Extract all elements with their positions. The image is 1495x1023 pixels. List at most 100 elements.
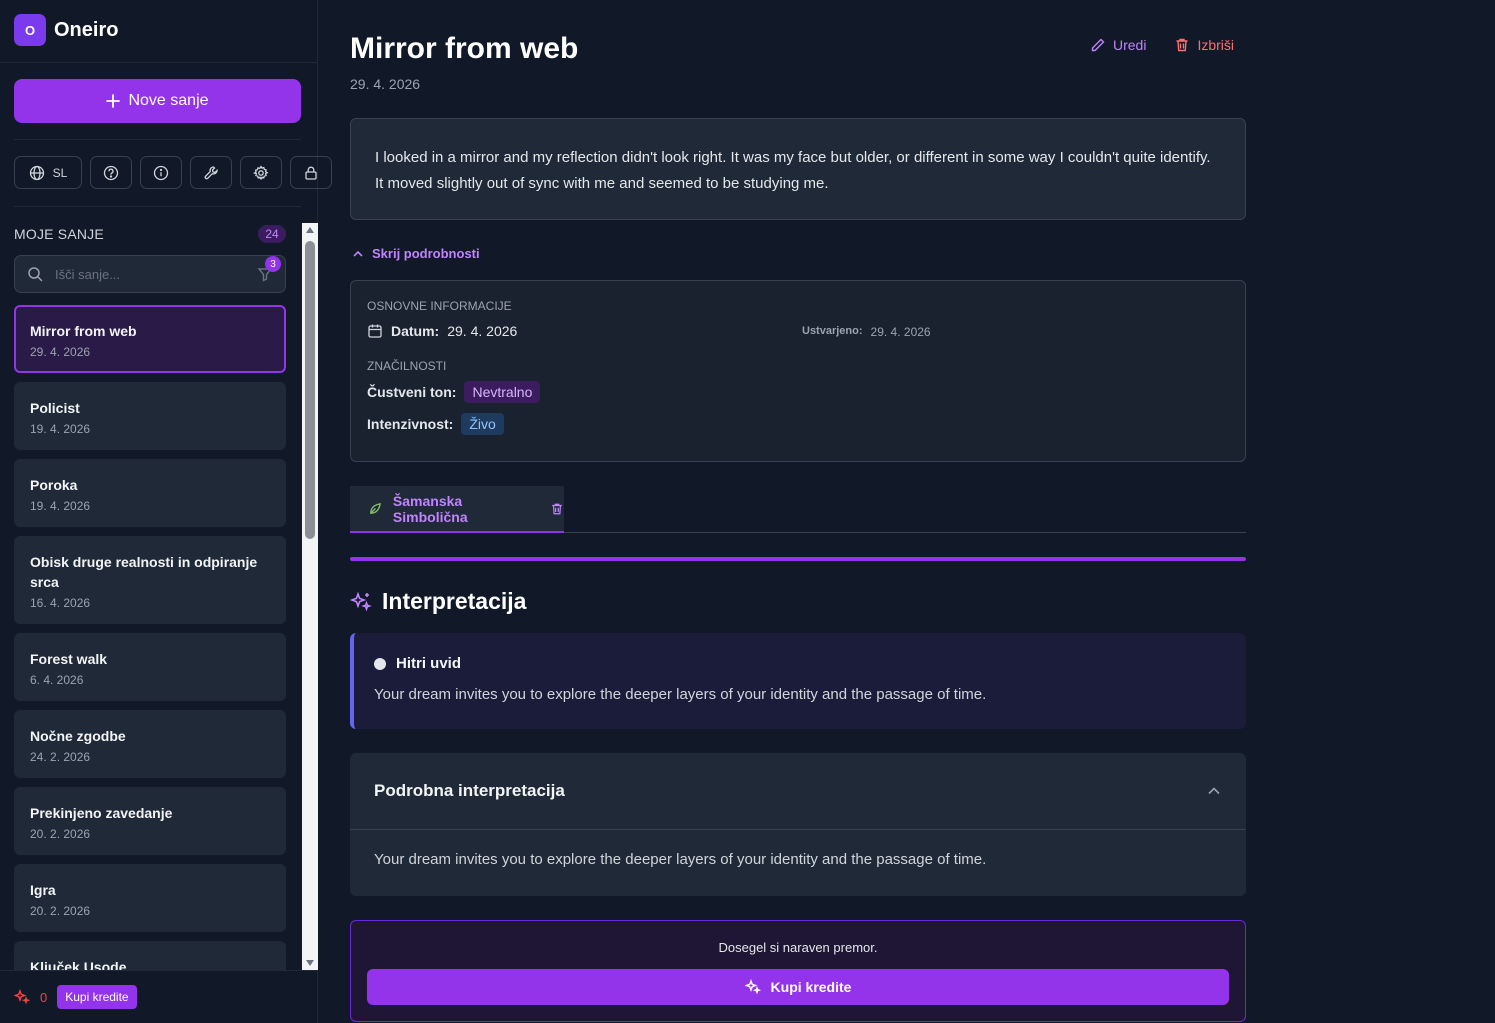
detailed-interpretation-title: Podrobna interpretacija xyxy=(374,781,565,800)
dream-list-item[interactable]: Policist 19. 4. 2026 xyxy=(14,382,286,450)
created-value: 29. 4. 2026 xyxy=(870,325,931,339)
dream-list-item[interactable]: Ključek Usode xyxy=(14,941,286,970)
toolbar: SL xyxy=(14,156,332,189)
edit-button[interactable]: Uredi xyxy=(1090,37,1146,53)
brand-logo: O xyxy=(14,14,46,46)
lock-button[interactable] xyxy=(290,156,332,189)
dream-item-title: Forest walk xyxy=(30,651,108,667)
interpretation-heading: Interpretacija xyxy=(350,588,526,615)
scroll-thumb[interactable] xyxy=(305,241,315,539)
interpretation-tabs: Šamanska Simbolična xyxy=(350,486,1246,533)
dream-list: Mirror from web 29. 4. 2026 Policist 19. 4.… xyxy=(14,305,286,970)
gear-icon xyxy=(253,164,269,180)
calendar-icon xyxy=(368,324,382,338)
dream-list-item[interactable]: Poroka 19. 4. 2026 xyxy=(14,459,286,527)
quick-insight-card: Hitri uvid Your dream invites you to exp… xyxy=(350,633,1246,729)
features-title: ZNAČILNOSTI xyxy=(367,359,447,373)
trash-icon[interactable] xyxy=(550,502,564,516)
interpretation-title: Interpretacija xyxy=(382,588,527,614)
page-date: 29. 4. 2026 xyxy=(350,76,421,92)
buy-credits-small-button[interactable]: Kupi kredite xyxy=(57,985,137,1009)
created-key: Ustvarjeno: xyxy=(802,325,863,337)
language-label: SL xyxy=(52,165,68,180)
accent-divider xyxy=(350,557,1246,561)
leaf-icon xyxy=(370,503,381,514)
dream-list-item[interactable]: Nočne zgodbe 24. 2. 2026 xyxy=(14,710,286,778)
dream-count-badge: 24 xyxy=(258,225,286,243)
date-value: 29. 4. 2026 xyxy=(447,323,518,339)
search-input[interactable] xyxy=(55,266,245,282)
new-dream-button[interactable]: Nove sanje xyxy=(14,79,301,123)
dream-item-date: 16. 4. 2026 xyxy=(30,596,91,610)
divider xyxy=(14,206,301,207)
chevron-up-icon[interactable] xyxy=(1206,783,1222,799)
dream-list-item[interactable]: Obisk druge realnosti in odpiranje srca 1… xyxy=(14,536,286,624)
date-row: Datum: 29. 4. 2026 xyxy=(367,323,517,339)
dream-item-title: Nočne zgodbe xyxy=(30,728,126,744)
trash-icon xyxy=(1176,38,1188,52)
scroll-down-arrow[interactable] xyxy=(306,960,314,966)
toggle-details-label: Skrij podrobnosti xyxy=(372,246,480,261)
dream-item-title: Ključek Usode xyxy=(30,959,127,970)
divider xyxy=(0,62,317,63)
chevron-up-icon xyxy=(353,250,363,257)
buy-credits-button[interactable]: Kupi kredite xyxy=(367,969,1229,1005)
brand-name: Oneiro xyxy=(54,18,119,41)
brand[interactable]: O Oneiro xyxy=(14,14,118,46)
quick-insight-text: Your dream invites you to explore the de… xyxy=(374,686,987,703)
tone-chip: Nevtralno xyxy=(464,381,541,403)
intensity-chip: Živo xyxy=(461,413,504,435)
scroll-up-arrow[interactable] xyxy=(306,227,314,233)
edit-label: Uredi xyxy=(1112,37,1147,53)
toggle-details-button[interactable]: Skrij podrobnosti xyxy=(352,246,480,261)
lock-icon xyxy=(305,166,317,180)
dream-item-title: Mirror from web xyxy=(30,323,137,339)
detailed-interpretation-card: Podrobna interpretacija Your dream invit… xyxy=(350,753,1246,896)
filter-count-badge: 3 xyxy=(265,256,281,272)
detailed-interpretation-header[interactable]: Podrobna interpretacija xyxy=(350,753,1246,830)
dream-item-date: 20. 2. 2026 xyxy=(30,904,91,918)
search-box: 3 xyxy=(14,255,286,293)
page-title: Mirror from web xyxy=(350,32,579,65)
dream-item-title: Prekinjeno zavedanje xyxy=(30,805,173,821)
dream-list-item[interactable]: Prekinjeno zavedanje 20. 2. 2026 xyxy=(14,787,286,855)
dream-item-title: Poroka xyxy=(30,477,78,493)
globe-icon xyxy=(29,165,44,180)
divider xyxy=(14,139,301,140)
detailed-interpretation-text: Your dream invites you to explore the de… xyxy=(374,851,987,868)
dream-list-scrollbar[interactable] xyxy=(302,223,318,970)
dream-item-date: 24. 2. 2026 xyxy=(30,750,91,764)
language-button[interactable]: SL xyxy=(14,156,82,189)
details-card: OSNOVNE INFORMACIJE Datum: 29. 4. 2026 U… xyxy=(350,280,1246,462)
tab-shamanic-symbolic[interactable]: Šamanska Simbolična xyxy=(350,486,564,533)
tools-button[interactable] xyxy=(190,156,232,189)
dream-item-date: 19. 4. 2026 xyxy=(30,499,91,513)
dream-list-item[interactable]: Igra 20. 2. 2026 xyxy=(14,864,286,932)
bullet-dot xyxy=(374,657,386,670)
sparkle-icon xyxy=(744,979,761,995)
settings-button[interactable] xyxy=(240,156,282,189)
dream-list-item[interactable]: Mirror from web 29. 4. 2026 xyxy=(14,305,286,373)
credit-count: 0 xyxy=(40,989,48,1005)
help-icon xyxy=(103,165,119,180)
dream-actions: Uredi Izbriši xyxy=(1090,37,1234,53)
dream-list-item[interactable]: Forest walk 6. 4. 2026 xyxy=(14,633,286,701)
basic-info-title: OSNOVNE INFORMACIJE xyxy=(367,299,512,313)
filter-button[interactable]: 3 xyxy=(257,256,281,282)
delete-label: Izbriši xyxy=(1197,37,1234,53)
dream-item-title: Igra xyxy=(30,882,56,898)
buy-credits-label: Kupi kredite xyxy=(770,979,852,995)
sidebar-footer: 0 Kupi kredite xyxy=(0,970,317,1023)
new-dream-label: Nove sanje xyxy=(128,92,209,109)
dream-description: I looked in a mirror and my reflection d… xyxy=(350,118,1246,220)
plus-icon xyxy=(106,94,121,108)
delete-button[interactable]: Izbriši xyxy=(1174,37,1234,53)
wrench-icon xyxy=(204,165,218,179)
pencil-icon xyxy=(1091,38,1105,52)
dream-item-date: 29. 4. 2026 xyxy=(30,345,91,359)
quick-insight-header: Hitri uvid xyxy=(374,655,1226,672)
dream-item-date: 20. 2. 2026 xyxy=(30,827,91,841)
info-button[interactable] xyxy=(140,156,182,189)
created-row: Ustvarjeno: 29. 4. 2026 xyxy=(802,325,931,339)
help-button[interactable] xyxy=(90,156,132,189)
